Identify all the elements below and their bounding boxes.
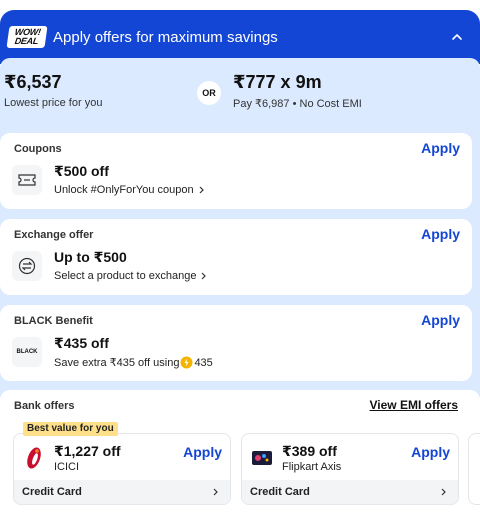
flipkart-axis-card-icon — [252, 451, 272, 465]
coupon-detail-link[interactable]: Unlock #OnlyForYou coupon — [54, 184, 206, 196]
bank-offer-tile-icici[interactable]: ₹1,227 off ICICI Apply Credit Card — [13, 433, 231, 505]
black-offer: ₹435 off — [54, 335, 109, 351]
black-apply-button[interactable]: Apply — [421, 312, 460, 328]
black-benefit-card: BLACK Benefit Apply BLACK ₹435 off Save … — [0, 305, 472, 381]
chevron-right-icon — [199, 186, 204, 194]
supercoin-icon — [180, 356, 193, 369]
lowest-price-block: ₹6,537 Lowest price for you — [4, 72, 102, 109]
chevron-right-icon — [202, 272, 207, 280]
chevron-right-icon — [441, 488, 446, 496]
chevron-up-icon[interactable] — [450, 30, 464, 44]
bank-offer-amount: ₹1,227 off — [54, 443, 121, 459]
exchange-apply-button[interactable]: Apply — [421, 226, 460, 242]
emi-price: ₹777 x 9m — [233, 72, 322, 92]
header-title: Apply offers for maximum savings — [53, 28, 278, 46]
black-title: BLACK Benefit — [14, 315, 93, 327]
card-type-label: Credit Card — [250, 486, 310, 498]
bank-name: ICICI — [54, 461, 80, 473]
black-coins: 435 — [194, 356, 213, 369]
coupon-detail: Unlock #OnlyForYou coupon — [54, 184, 194, 196]
coupons-card: Coupons Apply ₹500 off Unlock #OnlyForYo… — [0, 133, 472, 209]
view-emi-offers-link[interactable]: View EMI offers — [370, 398, 458, 412]
card-type[interactable]: Credit Card — [14, 480, 230, 504]
lowest-price-label: Lowest price for you — [4, 97, 103, 109]
bank-offer-tile-flipkart-axis[interactable]: ₹389 off Flipkart Axis Apply Credit Card — [241, 433, 459, 505]
bank-apply-button[interactable]: Apply — [183, 444, 222, 460]
lowest-price: ₹6,537 — [4, 72, 62, 92]
card-type-label: Credit Card — [22, 486, 82, 498]
exchange-title: Exchange offer — [14, 229, 94, 241]
black-logo: BLACK — [12, 337, 42, 367]
wow-deal-logo: WOW! DEAL — [6, 26, 48, 48]
black-detail: Save extra ₹435 off using 435 — [54, 356, 213, 369]
bank-title: Bank offers — [14, 400, 75, 412]
bank-name: Flipkart Axis — [282, 461, 342, 473]
or-badge: OR — [197, 81, 221, 105]
offers-header[interactable]: WOW! DEAL Apply offers for maximum savin… — [0, 10, 480, 64]
next-bank-offer-tile[interactable] — [468, 433, 480, 505]
icici-logo-icon — [27, 447, 41, 469]
exchange-icon — [12, 251, 42, 281]
bank-offer-amount: ₹389 off — [282, 443, 337, 459]
wow-deal-logo-line2: DEAL — [14, 36, 39, 46]
bank-apply-button[interactable]: Apply — [411, 444, 450, 460]
chevron-right-icon — [213, 488, 218, 496]
emi-price-block: ₹777 x 9m Pay ₹6,987 • No Cost EMI — [233, 72, 362, 110]
coupon-offer: ₹500 off — [54, 163, 109, 179]
exchange-detail-link[interactable]: Select a product to exchange — [54, 270, 208, 282]
best-value-badge: Best value for you — [23, 422, 118, 436]
exchange-detail: Select a product to exchange — [54, 270, 197, 282]
card-type[interactable]: Credit Card — [242, 480, 458, 504]
exchange-card: Exchange offer Apply Up to ₹500 Select a… — [0, 219, 472, 295]
coupons-title: Coupons — [14, 143, 62, 155]
coupons-apply-button[interactable]: Apply — [421, 140, 460, 156]
bank-offers-card: Bank offers View EMI offers Best value f… — [0, 390, 480, 517]
black-detail-text: Save extra ₹435 off using — [54, 357, 180, 369]
exchange-offer: Up to ₹500 — [54, 249, 127, 265]
emi-price-label: Pay ₹6,987 • No Cost EMI — [233, 98, 362, 110]
ticket-icon — [12, 165, 42, 195]
